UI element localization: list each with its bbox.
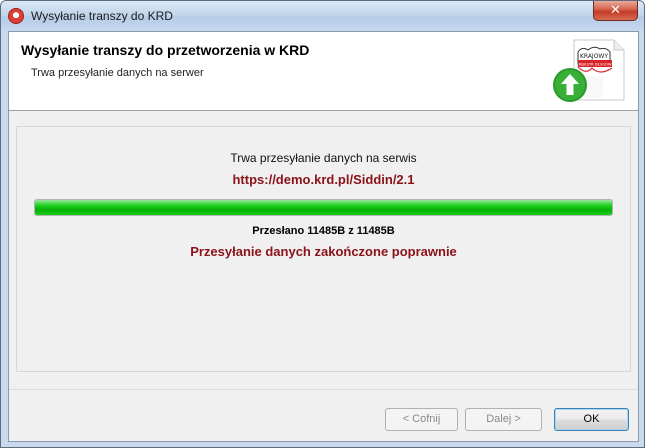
next-button[interactable]: Dalej > [465, 408, 542, 431]
page-subtitle: Trwa przesyłanie danych na serwer [31, 67, 204, 79]
footer-divider [9, 389, 638, 390]
title-bar[interactable]: Wysyłanie transzy do KRD ✕ [1, 1, 644, 31]
progress-bar-fill [35, 200, 612, 215]
progress-bar [34, 199, 613, 216]
upload-arrow-icon [553, 68, 587, 102]
transfer-count: Przesłano 11485B z 11485B [252, 225, 395, 237]
logo-text-band: REJESTR DŁUGÓW [579, 62, 612, 67]
logo-text-top: KRAJOWY [580, 53, 608, 60]
window-title: Wysyłanie transzy do KRD [31, 9, 173, 23]
back-button[interactable]: < Cofnij [385, 408, 458, 431]
krd-logo: KRAJOWY REJESTR DŁUGÓW [553, 39, 625, 102]
ok-button[interactable]: OK [554, 408, 629, 431]
wizard-header: Wysyłanie transzy do przetworzenia w KRD… [9, 32, 638, 111]
wizard-window: Wysyłanie transzy do KRD ✕ Wysyłanie tra… [0, 0, 645, 448]
close-button[interactable]: ✕ [593, 1, 638, 21]
dialog-body: Wysyłanie transzy do przetworzenia w KRD… [8, 31, 639, 442]
status-text: Trwa przesyłanie danych na serwis [230, 151, 417, 165]
server-url: https://demo.krd.pl/Siddin/2.1 [232, 172, 415, 187]
result-message: Przesyłanie danych zakończone poprawnie [190, 244, 457, 259]
progress-panel: Trwa przesyłanie danych na serwis https:… [16, 126, 631, 372]
page-title: Wysyłanie transzy do przetworzenia w KRD [21, 42, 310, 58]
app-icon [8, 8, 24, 24]
